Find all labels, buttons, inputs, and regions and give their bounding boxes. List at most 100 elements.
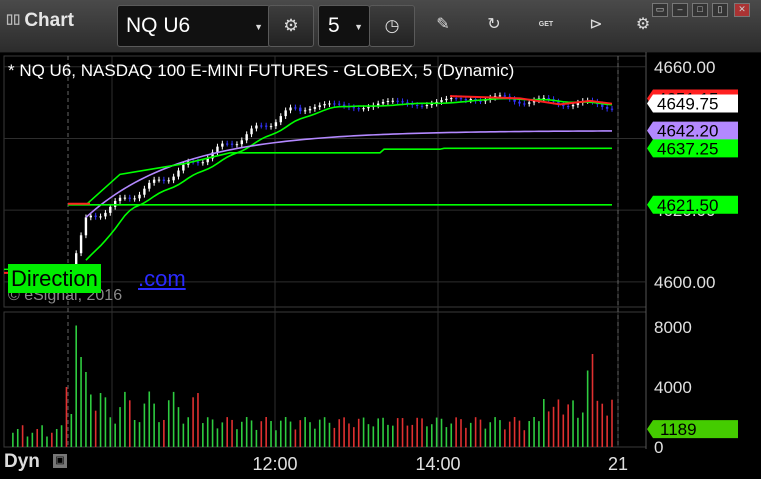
candle [396, 100, 399, 102]
candle [308, 108, 312, 111]
candle [260, 125, 263, 127]
candle [303, 110, 307, 112]
candle [245, 134, 248, 141]
candle [425, 105, 429, 107]
toolbar: ▯▯ Chart NQ U6 ▼ ⚙ 5 ▼ ◷ ✎ ↻ GET ⊳ ⚙ ▭ – … [0, 0, 761, 53]
get-icon[interactable]: GET [535, 14, 557, 36]
pin-icon[interactable]: ▯ [712, 3, 728, 17]
restore-icon[interactable]: ▭ [652, 3, 668, 17]
candle [177, 170, 180, 177]
candle [216, 146, 219, 153]
candle [240, 140, 244, 145]
candle [566, 106, 570, 108]
candle [440, 100, 443, 102]
y-tick-label: 0 [654, 438, 663, 457]
pencil-icon[interactable]: ✎ [432, 14, 454, 36]
candle [84, 217, 88, 236]
settings-icon[interactable]: ⚙ [632, 14, 654, 36]
lock-icon[interactable]: ▣ [53, 454, 67, 468]
candle [376, 103, 380, 106]
candle [342, 104, 346, 106]
interval-value: 5 [328, 14, 340, 37]
candle [196, 161, 200, 163]
price-label-text: 4621.50 [657, 196, 718, 215]
chart-canvas[interactable]: 4600.004620.004640.004660.004651.154649.… [0, 52, 761, 479]
candle [357, 108, 360, 110]
x-axis: 12:00 14:00 21 [252, 454, 628, 474]
x-tick-label: 12:00 [252, 454, 297, 474]
link-button[interactable]: ⚙ [268, 5, 314, 47]
candle [113, 200, 117, 207]
candle [401, 101, 404, 103]
y-axis: 4600.004620.004640.004660.004651.154649.… [647, 58, 738, 457]
candle [415, 105, 419, 107]
candle [152, 179, 156, 183]
x-tick-label: 21 [608, 454, 628, 474]
candle [338, 103, 341, 105]
clock-icon: ◷ [384, 16, 400, 35]
candle [450, 98, 453, 100]
grip-icon[interactable]: ▯▯ [6, 11, 20, 26]
candle [571, 104, 575, 107]
candle [362, 108, 365, 110]
candle [157, 179, 161, 181]
candle [250, 128, 253, 135]
volume-pane [12, 325, 613, 447]
series-line-level [85, 147, 612, 206]
candle [264, 125, 268, 127]
candle [118, 197, 122, 201]
candle [289, 107, 292, 111]
candle [172, 176, 175, 181]
get-label: GET [538, 21, 554, 28]
chevron-down-icon[interactable]: ▼ [354, 22, 363, 32]
play-icon[interactable]: ⊳ [585, 14, 607, 36]
candle [518, 101, 521, 104]
candle [143, 188, 146, 195]
candle [498, 95, 502, 97]
maximize-icon[interactable]: □ [692, 3, 708, 17]
direction-link[interactable]: .com [138, 266, 186, 292]
candle [420, 105, 424, 107]
candle [201, 162, 205, 164]
interval-mode[interactable]: Dyn [4, 451, 40, 473]
candle [104, 212, 107, 217]
candle [386, 101, 390, 103]
price-label: 4642.20 [647, 121, 738, 141]
volume-bars [12, 325, 613, 447]
candle [527, 102, 531, 104]
candle [605, 106, 609, 109]
candle [601, 104, 604, 107]
minimize-icon[interactable]: – [672, 3, 688, 17]
chart-window: ▯▯ Chart NQ U6 ▼ ⚙ 5 ▼ ◷ ✎ ↻ GET ⊳ ⚙ ▭ – … [0, 0, 761, 479]
window-title[interactable]: ▯▯ Chart [6, 10, 74, 32]
price-label-text: 4649.75 [657, 95, 718, 114]
y-tick-label: 4600.00 [654, 273, 715, 292]
candle [367, 107, 370, 109]
price-label: 4621.50 [647, 195, 738, 215]
symbol-value: NQ U6 [126, 14, 191, 37]
candle [255, 125, 258, 129]
candle [454, 98, 458, 100]
candle [230, 143, 234, 145]
candle [162, 179, 166, 181]
chevron-down-icon[interactable]: ▼ [254, 22, 263, 32]
current-volume-label: 1189 [647, 420, 738, 439]
candle [391, 100, 395, 102]
interval-input[interactable]: 5 ▼ [318, 5, 370, 47]
price-pane [4, 92, 614, 275]
candle [123, 197, 127, 199]
candle [279, 116, 282, 123]
candle [138, 194, 141, 199]
refresh-icon[interactable]: ↻ [483, 14, 505, 36]
candle [479, 100, 482, 102]
symbol-input[interactable]: NQ U6 ▼ [117, 5, 270, 47]
x-tick-label: 14:00 [415, 454, 460, 474]
candle [299, 107, 302, 112]
candle [79, 235, 83, 254]
close-icon[interactable]: ✕ [734, 3, 750, 17]
time-button[interactable]: ◷ [369, 5, 415, 47]
candle [269, 126, 273, 128]
series-line-fast-ma [85, 97, 613, 261]
candle [99, 216, 102, 218]
candle [274, 122, 278, 127]
